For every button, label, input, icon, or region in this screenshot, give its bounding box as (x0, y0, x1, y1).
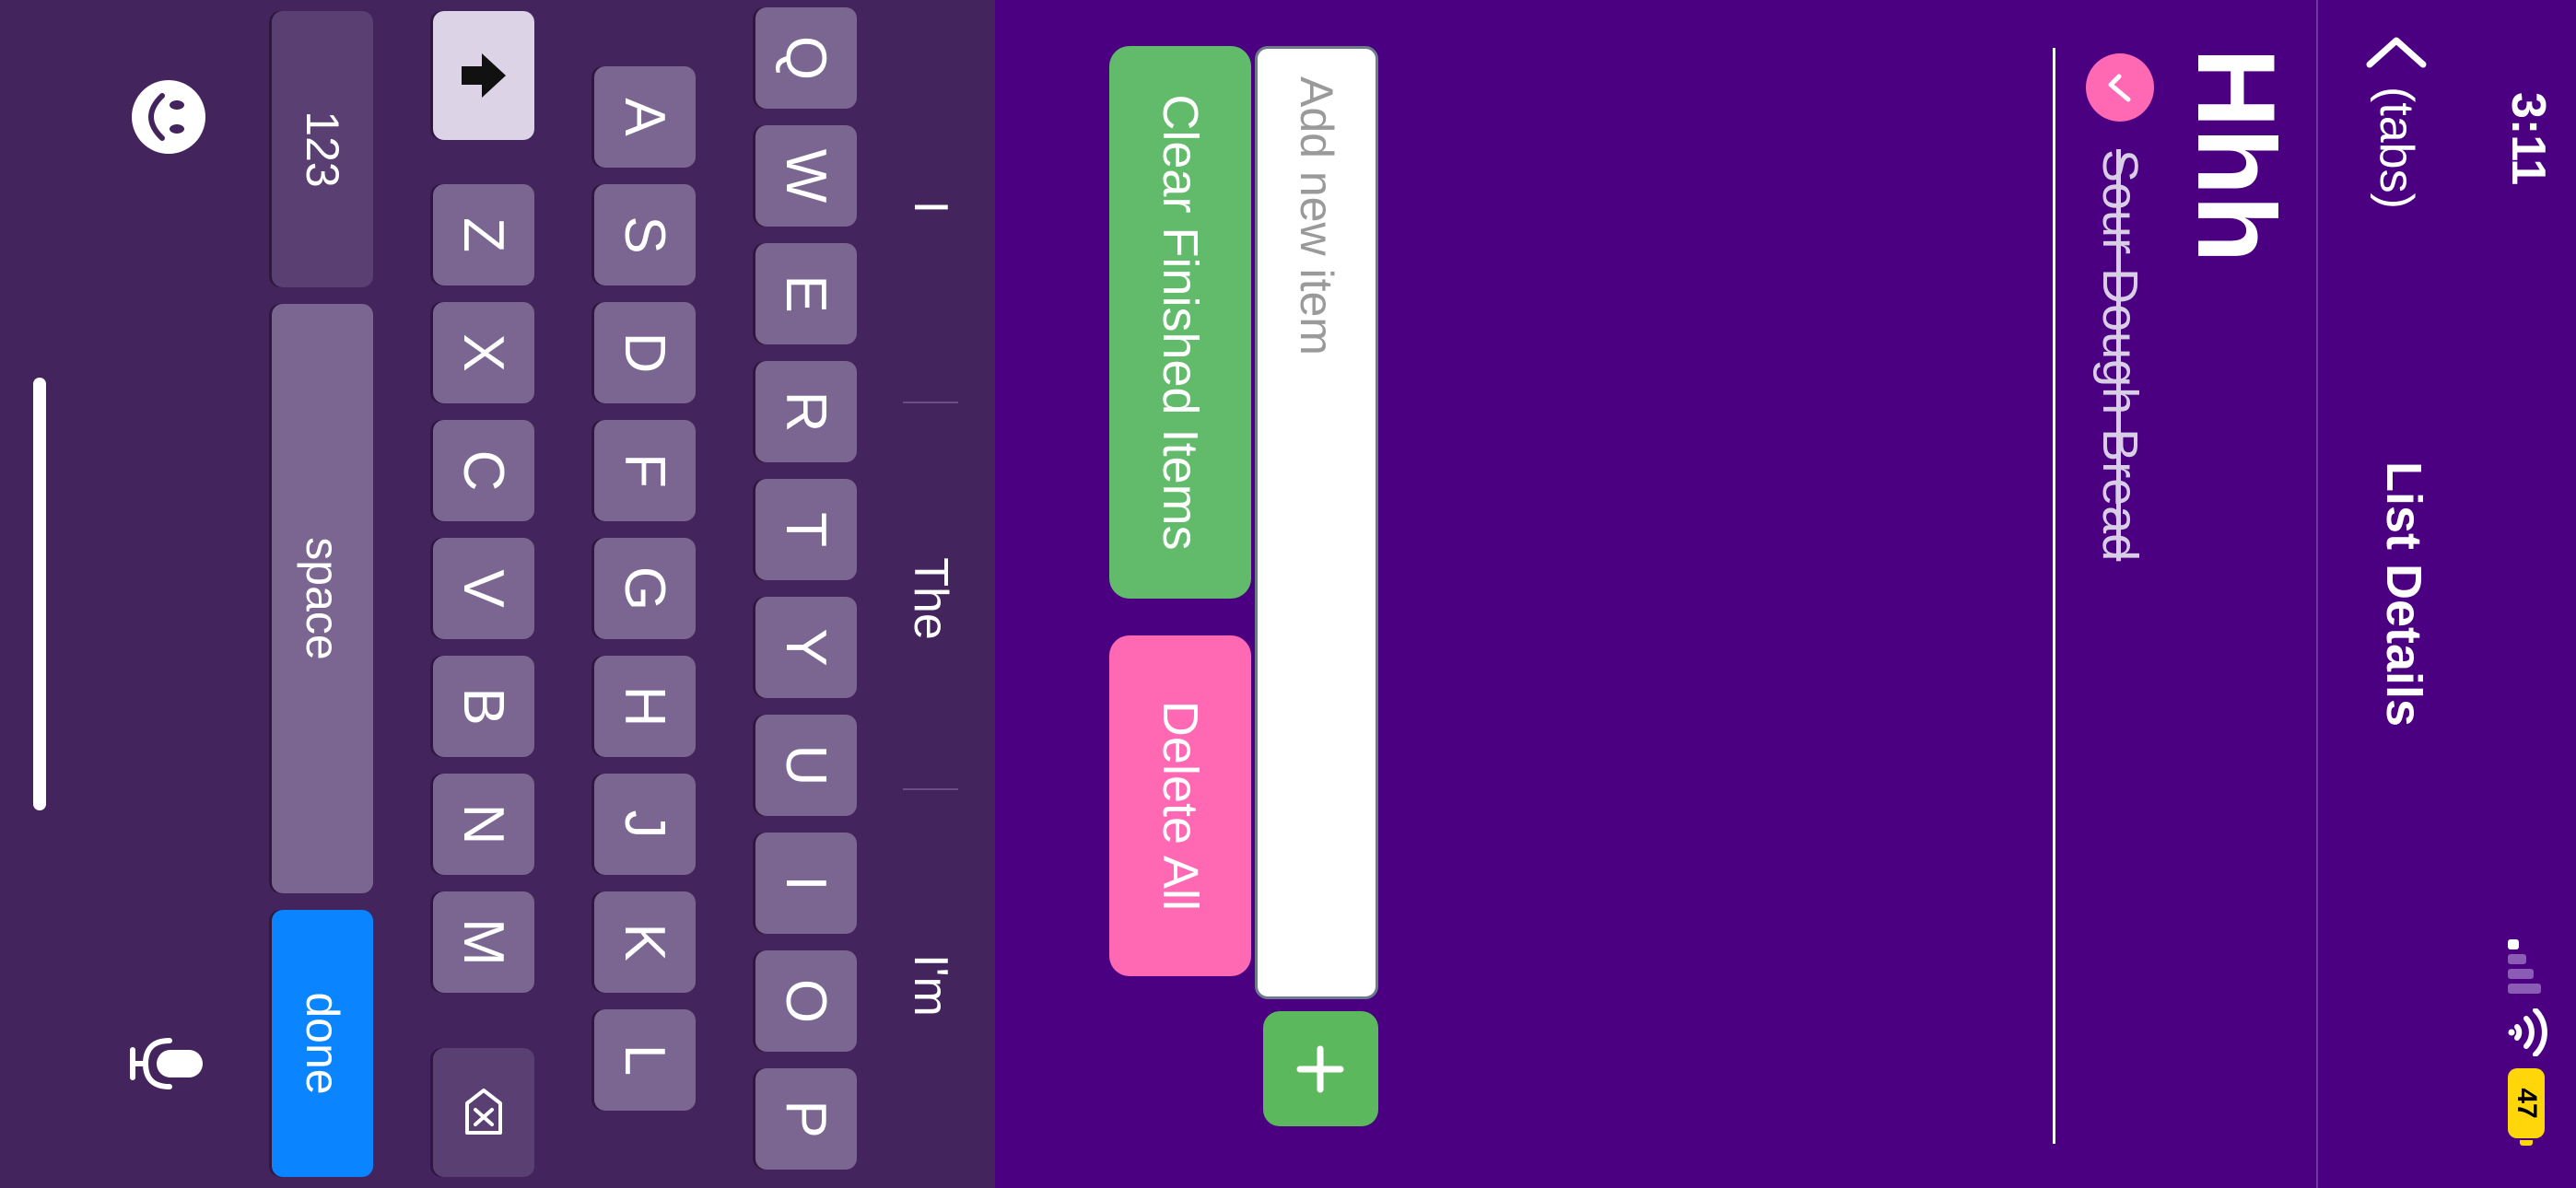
list-item[interactable]: Sour Dough Bread (2060, 48, 2180, 1144)
key-v[interactable]: V (433, 538, 534, 639)
suggestion-3[interactable]: I'm (894, 792, 967, 1179)
keyboard: I The I'm Q W E R T Y U I O P A S D F G … (0, 0, 995, 1188)
item-label: Sour Dough Bread (2092, 149, 2148, 562)
checkmark-icon (2108, 74, 2131, 102)
key-a[interactable]: A (594, 66, 696, 168)
item-checkbox[interactable] (2086, 53, 2154, 122)
key-j[interactable]: J (594, 774, 696, 875)
done-key[interactable]: done (272, 910, 373, 1177)
battery-indicator: 47 (2508, 1068, 2545, 1138)
key-x[interactable]: X (433, 302, 534, 403)
item-divider (2053, 48, 2055, 1144)
key-r[interactable]: R (755, 361, 857, 462)
add-item-button[interactable] (1263, 1011, 1378, 1126)
battery-tip (2520, 1140, 2533, 1146)
numbers-key[interactable]: 123 (272, 11, 373, 287)
status-bar: 3:11 47 (2475, 0, 2576, 1188)
clear-finished-button[interactable]: Clear Finished Items (1109, 46, 1251, 599)
key-m[interactable]: M (433, 891, 534, 993)
key-f[interactable]: F (594, 420, 696, 521)
key-n[interactable]: N (433, 774, 534, 875)
navigation-bar: (tabs) List Details (2316, 0, 2475, 1188)
shift-key[interactable] (433, 11, 534, 140)
key-p[interactable]: P (755, 1068, 857, 1170)
emoji-icon[interactable] (127, 76, 210, 158)
key-s[interactable]: S (594, 184, 696, 285)
key-b[interactable]: B (433, 656, 534, 757)
key-t[interactable]: T (755, 479, 857, 580)
key-y[interactable]: Y (755, 597, 857, 698)
microphone-icon[interactable] (127, 1022, 210, 1105)
key-h[interactable]: H (594, 656, 696, 757)
key-c[interactable]: C (433, 420, 534, 521)
key-q[interactable]: Q (755, 7, 857, 109)
key-w[interactable]: W (755, 125, 857, 227)
plus-icon (1297, 1045, 1344, 1092)
key-o[interactable]: O (755, 950, 857, 1052)
shift-arrow-icon (462, 53, 506, 98)
suggestion-2[interactable]: The (894, 405, 967, 792)
key-e[interactable]: E (755, 243, 857, 344)
key-d[interactable]: D (594, 302, 696, 403)
nav-title: List Details (2376, 460, 2431, 728)
suggestion-bar: I The I'm (866, 0, 995, 1188)
key-z[interactable]: Z (433, 184, 534, 285)
home-indicator (33, 378, 46, 810)
status-time: 3:11 (2501, 92, 2555, 186)
app-stage: 3:11 47 (tabs) List Details Hhh Sour Dou… (0, 0, 2576, 1188)
list-title: Hhh (2174, 48, 2298, 263)
key-k[interactable]: K (594, 891, 696, 993)
key-u[interactable]: U (755, 715, 857, 816)
space-key[interactable]: space (272, 304, 373, 893)
suggestion-1[interactable]: I (894, 14, 967, 401)
key-g[interactable]: G (594, 538, 696, 639)
add-item-input[interactable] (1255, 46, 1378, 999)
suggestion-divider (903, 788, 958, 790)
wifi-icon (2508, 1008, 2547, 1056)
delete-key[interactable] (433, 1048, 534, 1177)
cellular-signal-icon (2508, 939, 2541, 995)
delete-all-button[interactable]: Delete All (1109, 635, 1251, 976)
key-i[interactable]: I (755, 833, 857, 934)
key-l[interactable]: L (594, 1009, 696, 1111)
phone-screen: 3:11 47 (tabs) List Details Hhh Sour Dou… (0, 0, 2576, 1188)
suggestion-divider (903, 402, 958, 403)
backspace-icon (465, 1089, 502, 1135)
